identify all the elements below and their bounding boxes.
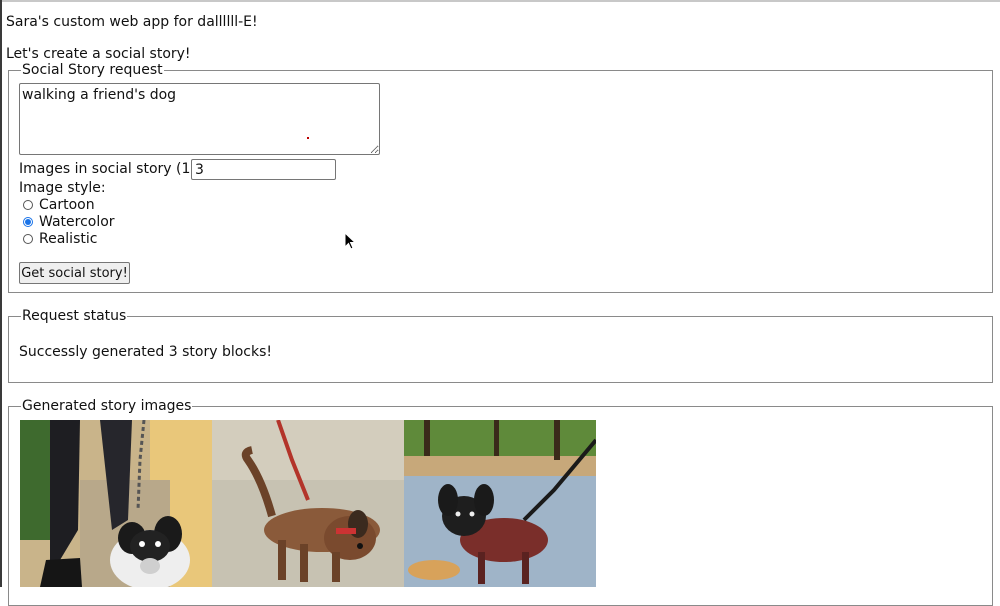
realistic-radio[interactable] [23, 234, 33, 244]
cartoon-radio-label[interactable]: Cartoon [39, 197, 95, 213]
images-count-label: Images in social story (1-4): [19, 161, 215, 177]
story-image-3 [404, 420, 596, 587]
get-social-story-button[interactable]: Get social story! [19, 262, 130, 284]
image-style-label: Image style: [19, 180, 106, 196]
app-title: Sara's custom web app for dallllll-E! [6, 14, 258, 30]
status-message: Successly generated 3 story blocks! [19, 344, 272, 360]
app-subtitle: Let's create a social story! [6, 46, 191, 62]
cartoon-radio[interactable] [23, 200, 33, 210]
mouse-pointer-icon [344, 232, 356, 250]
request-legend: Social Story request [21, 62, 164, 78]
left-border [0, 0, 2, 587]
story-prompt-textarea[interactable]: walking a friend's dog [19, 83, 380, 155]
top-border [0, 0, 1000, 2]
realistic-radio-label[interactable]: Realistic [39, 231, 97, 247]
images-legend: Generated story images [21, 398, 193, 414]
brown-dog-with-red-leash-watercolor-icon [212, 420, 404, 587]
dog-on-leash-walking-watercolor-icon [20, 420, 212, 587]
dog-on-path-with-leash-watercolor-icon [404, 420, 596, 587]
red-dot-mark [307, 137, 309, 139]
images-count-input[interactable] [191, 159, 336, 180]
story-image-1 [20, 420, 212, 587]
status-legend: Request status [21, 308, 128, 324]
watercolor-radio-label[interactable]: Watercolor [39, 214, 115, 230]
watercolor-radio[interactable] [23, 217, 33, 227]
story-image-2 [212, 420, 404, 587]
